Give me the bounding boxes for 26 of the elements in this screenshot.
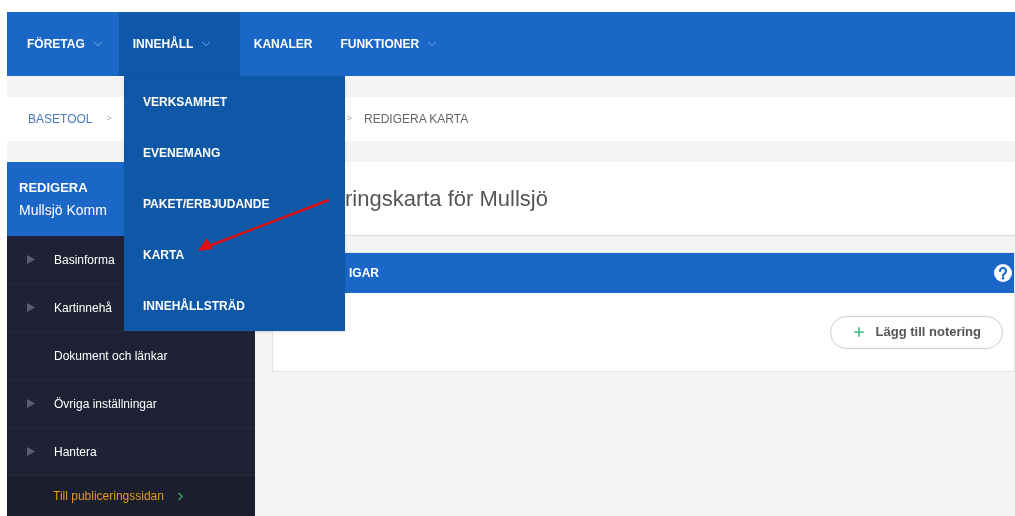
page-title: ringskarta för Mullsjö bbox=[345, 185, 548, 213]
dropdown-menu-item[interactable]: EVENEMANG bbox=[124, 127, 345, 178]
publish-page-link[interactable]: Till publiceringssidan bbox=[7, 476, 255, 516]
nav-item[interactable]: FUNKTIONER bbox=[326, 12, 454, 76]
triangle-right-icon bbox=[26, 447, 35, 456]
dropdown-menu-item[interactable]: INNEHÅLLSTRÄD bbox=[124, 280, 345, 331]
dropdown-menu-item[interactable]: PAKET/ERBJUDANDE bbox=[124, 178, 345, 229]
sidebar-item[interactable]: Övriga inställningar bbox=[7, 380, 255, 428]
help-icon[interactable] bbox=[994, 264, 1012, 282]
panel-title: IGAR bbox=[349, 265, 379, 282]
nav-item[interactable]: INNEHÅLL bbox=[118, 12, 240, 76]
nav-item[interactable]: FÖRETAG bbox=[13, 12, 119, 76]
sidebar-subtitle: Mullsjö Komm bbox=[19, 200, 107, 220]
breadcrumb-link[interactable]: BASETOOL bbox=[28, 110, 93, 128]
dropdown-menu-item[interactable]: KARTA bbox=[124, 229, 345, 280]
triangle-right-icon bbox=[26, 399, 35, 408]
nav-item[interactable]: KANALER bbox=[239, 12, 327, 76]
breadcrumb-separator: > bbox=[106, 112, 112, 126]
triangle-right-icon bbox=[26, 303, 35, 312]
sidebar-title: REDIGERA bbox=[19, 179, 89, 197]
triangle-right-icon bbox=[26, 255, 35, 264]
dropdown-menu-item[interactable]: VERKSAMHET bbox=[124, 76, 345, 127]
breadcrumb-current: REDIGERA KARTA bbox=[364, 111, 469, 128]
plus-icon bbox=[851, 325, 866, 339]
sidebar-item[interactable]: Dokument och länkar bbox=[7, 332, 255, 380]
breadcrumb-separator: > bbox=[346, 112, 352, 126]
